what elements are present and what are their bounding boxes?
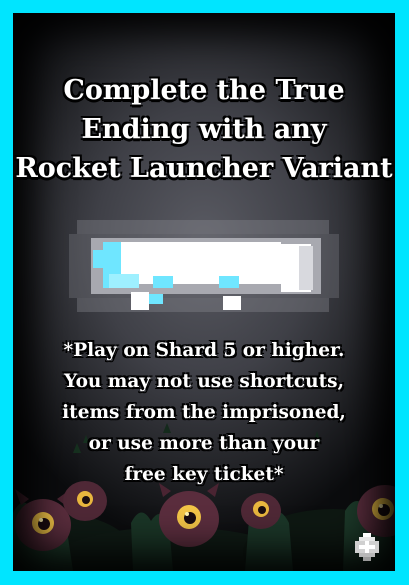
diamond-shard-icon	[355, 533, 379, 561]
condition-line: or use more than your	[88, 433, 320, 454]
condition-line: *Play on Shard 5 or higher.	[63, 340, 345, 361]
rocket-launcher-icon	[69, 220, 339, 312]
condition-line: You may not use shortcuts,	[63, 371, 345, 392]
challenge-conditions: *Play on Shard 5 or higher. You may not …	[13, 335, 395, 490]
title-line: Ending with any	[81, 114, 327, 145]
condition-line: free key ticket*	[124, 464, 284, 485]
title-line: Complete the True	[63, 75, 345, 106]
challenge-title: Complete the True Ending with any Rocket…	[13, 71, 395, 188]
challenge-card[interactable]: Complete the True Ending with any Rocket…	[13, 13, 395, 571]
title-line: Rocket Launcher Variant	[15, 153, 393, 184]
condition-line: items from the imprisoned,	[62, 402, 346, 423]
